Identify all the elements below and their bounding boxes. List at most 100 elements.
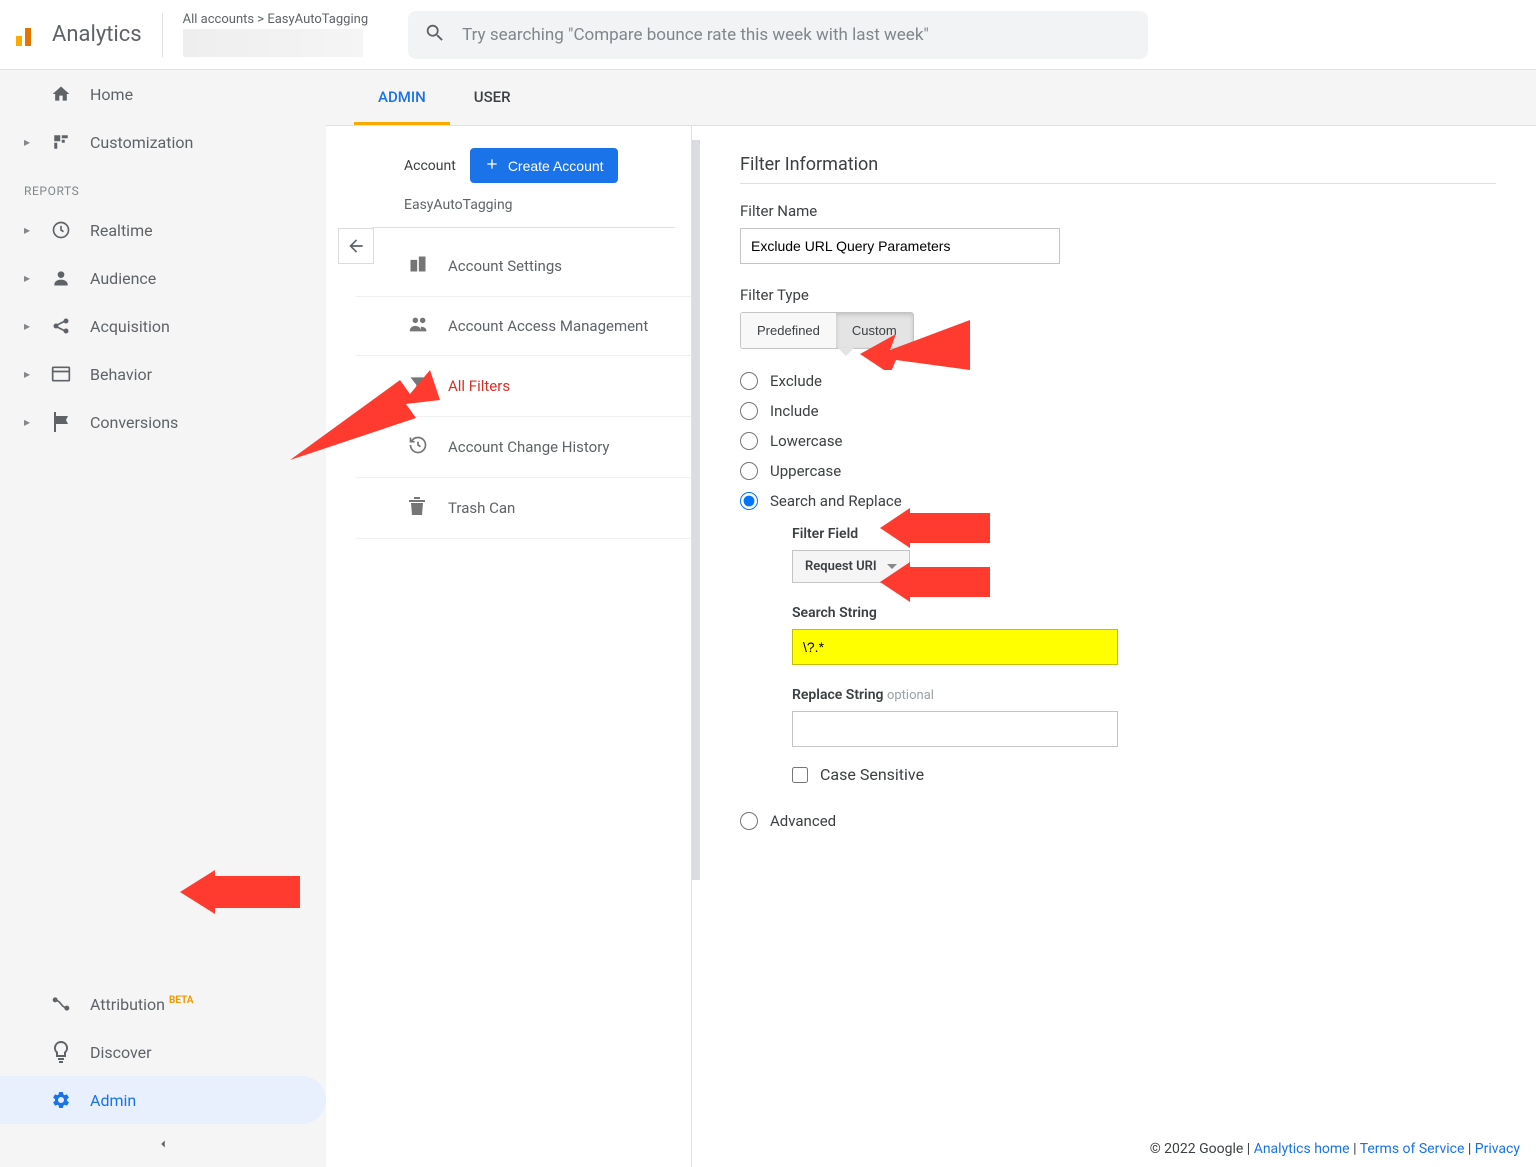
chevron-down-icon — [887, 564, 897, 574]
nav-label: Behavior — [90, 365, 152, 384]
menu-all-filters[interactable]: All Filters — [356, 356, 691, 417]
radio-label: Advanced — [770, 812, 836, 830]
footer: © 2022 Google | Analytics home | Terms o… — [1150, 1131, 1520, 1167]
optional-hint: optional — [887, 688, 934, 703]
product-name: Analytics — [52, 22, 142, 47]
collapse-sidebar-button[interactable] — [0, 1124, 326, 1167]
search-string-input[interactable] — [792, 629, 1118, 665]
nav-label: AttributionBETA — [90, 995, 193, 1014]
menu-label: Trash Can — [448, 499, 515, 517]
radio-lowercase[interactable] — [740, 432, 758, 450]
menu-account-access[interactable]: Account Access Management — [356, 297, 691, 356]
search-icon — [424, 22, 446, 48]
filter-name-label: Filter Name — [740, 202, 1496, 220]
radio-exclude[interactable] — [740, 372, 758, 390]
radio-include[interactable] — [740, 402, 758, 420]
footer-link-terms[interactable]: Terms of Service — [1360, 1141, 1465, 1157]
plus-icon — [484, 156, 500, 175]
nav-customization[interactable]: ▸ Customization — [0, 118, 326, 166]
account-column-label: Account — [404, 158, 456, 174]
account-name[interactable]: EasyAutoTagging — [356, 193, 691, 227]
back-button[interactable] — [338, 228, 374, 264]
toggle-predefined[interactable]: Predefined — [741, 313, 836, 348]
radio-label: Search and Replace — [770, 492, 902, 510]
property-name-redacted — [183, 29, 363, 57]
scrollbar[interactable] — [692, 140, 700, 880]
search-string-label: Search String — [792, 605, 1496, 621]
radio-advanced[interactable] — [740, 812, 758, 830]
menu-account-settings[interactable]: Account Settings — [356, 236, 691, 297]
filter-type-toggle: Predefined Custom — [740, 312, 914, 349]
clock-icon — [50, 220, 72, 240]
radio-label: Lowercase — [770, 432, 843, 450]
nav-attribution[interactable]: ▸ AttributionBETA — [0, 980, 326, 1028]
logo-block[interactable]: Analytics — [16, 13, 163, 57]
case-sensitive-checkbox[interactable] — [792, 767, 808, 783]
filter-icon — [408, 374, 430, 398]
building-icon — [408, 254, 430, 278]
menu-label: Account Change History — [448, 438, 610, 456]
left-sidebar: ▸ Home ▸ Customization REPORTS ▸ Realtim… — [0, 70, 326, 1167]
nav-audience[interactable]: ▸ Audience — [0, 254, 326, 302]
admin-tabs: ADMIN USER — [326, 70, 1536, 126]
menu-trash-can[interactable]: Trash Can — [356, 478, 691, 539]
radio-label: Uppercase — [770, 462, 841, 480]
nav-label: Customization — [90, 133, 193, 152]
history-icon — [408, 435, 430, 459]
custom-filter-radio-group: Exclude Include Lowercase Uppercase Sear… — [740, 366, 1496, 836]
beta-badge: BETA — [169, 995, 194, 1006]
nav-label: Discover — [90, 1043, 152, 1062]
dashboard-icon — [50, 133, 72, 151]
trash-icon — [408, 496, 430, 520]
create-account-button[interactable]: Create Account — [470, 148, 618, 183]
menu-change-history[interactable]: Account Change History — [356, 417, 691, 478]
search-placeholder: Try searching "Compare bounce rate this … — [462, 25, 929, 45]
copyright: © 2022 Google — [1150, 1141, 1244, 1157]
tab-admin[interactable]: ADMIN — [354, 70, 450, 125]
people-icon — [408, 315, 430, 337]
main-area: ADMIN USER Account Create Account EasyAu… — [326, 70, 1536, 1167]
breadcrumb: All accounts > EasyAutoTagging — [183, 12, 368, 27]
nav-label: Audience — [90, 269, 156, 288]
radio-uppercase[interactable] — [740, 462, 758, 480]
toggle-custom[interactable]: Custom — [836, 313, 913, 348]
filter-type-label: Filter Type — [740, 286, 1496, 304]
nav-realtime[interactable]: ▸ Realtime — [0, 206, 326, 254]
app-header: Analytics All accounts > EasyAutoTagging… — [0, 0, 1536, 70]
nav-label: Admin — [90, 1091, 136, 1110]
nav-home[interactable]: ▸ Home — [0, 70, 326, 118]
nav-discover[interactable]: ▸ Discover — [0, 1028, 326, 1076]
menu-label: All Filters — [448, 377, 510, 395]
replace-string-input[interactable] — [792, 711, 1118, 747]
share-icon — [50, 316, 72, 336]
nav-label: Conversions — [90, 413, 178, 432]
radio-search-replace[interactable] — [740, 492, 758, 510]
section-title: Filter Information — [740, 154, 1496, 184]
browser-icon — [50, 365, 72, 383]
checkbox-label: Case Sensitive — [820, 765, 924, 784]
account-selector[interactable]: All accounts > EasyAutoTagging — [163, 12, 388, 57]
dropdown-value: Request URI — [805, 559, 877, 574]
person-icon — [50, 268, 72, 288]
analytics-logo-icon — [16, 20, 40, 50]
account-column: Account Create Account EasyAutoTagging A… — [356, 126, 692, 1167]
nav-label: Realtime — [90, 221, 153, 240]
filter-field-dropdown[interactable]: Request URI — [792, 550, 910, 583]
gear-icon — [50, 1090, 72, 1110]
search-bar[interactable]: Try searching "Compare bounce rate this … — [408, 11, 1148, 59]
tab-user[interactable]: USER — [450, 70, 535, 125]
menu-label: Account Access Management — [448, 317, 648, 335]
button-label: Create Account — [508, 158, 604, 174]
nav-behavior[interactable]: ▸ Behavior — [0, 350, 326, 398]
attribution-icon — [50, 995, 72, 1013]
footer-link-home[interactable]: Analytics home — [1254, 1141, 1350, 1157]
footer-link-privacy[interactable]: Privacy — [1475, 1141, 1520, 1157]
filter-name-input[interactable] — [740, 228, 1060, 264]
flag-icon — [50, 412, 72, 432]
nav-acquisition[interactable]: ▸ Acquisition — [0, 302, 326, 350]
home-icon — [50, 84, 72, 104]
nav-admin[interactable]: ▸ Admin — [0, 1076, 326, 1124]
filter-field-label: Filter Field — [792, 526, 1496, 542]
filter-form: Filter Information Filter Name Filter Ty… — [700, 126, 1536, 1167]
nav-conversions[interactable]: ▸ Conversions — [0, 398, 326, 446]
